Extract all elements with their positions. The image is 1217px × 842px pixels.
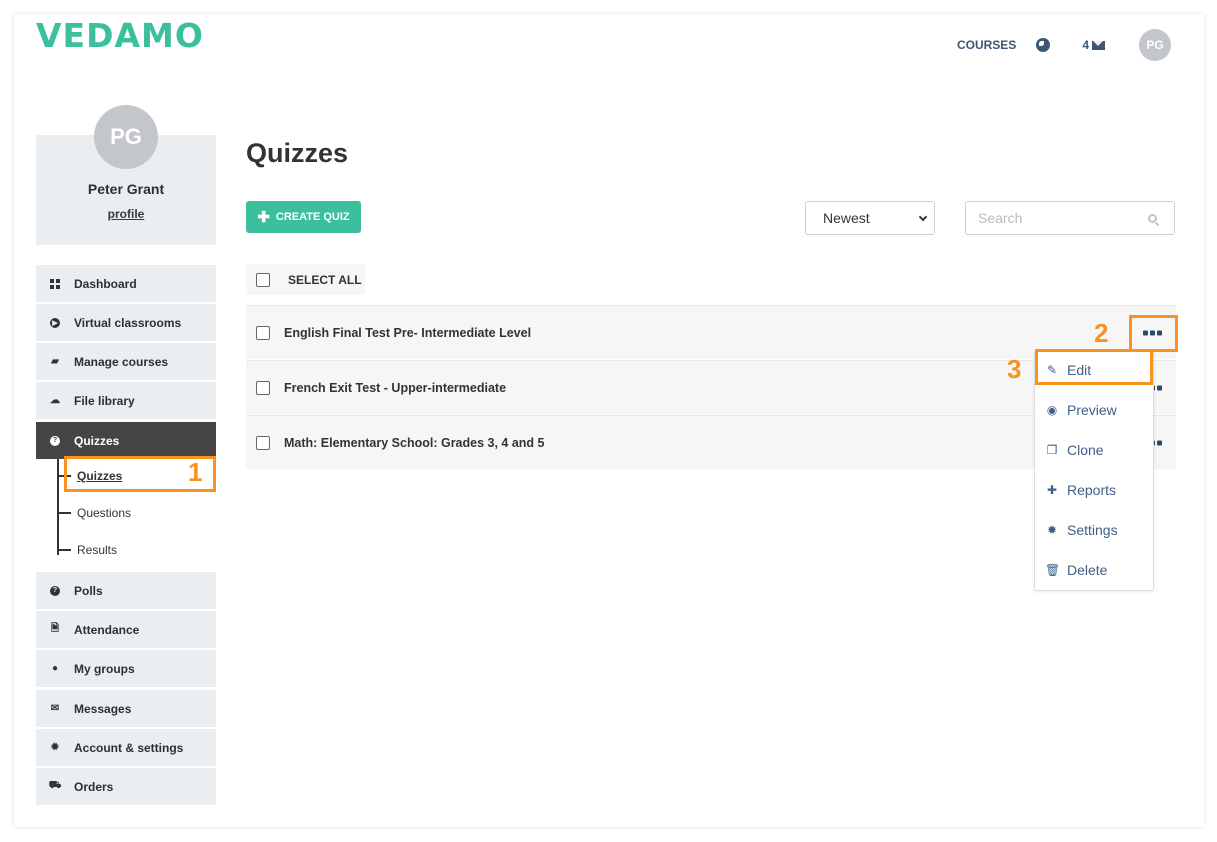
envelope-icon	[1092, 40, 1105, 50]
sidebar-item-manage-courses[interactable]: ▰ Manage courses	[36, 343, 216, 380]
quiz-title[interactable]: English Final Test Pre- Intermediate Lev…	[284, 326, 531, 340]
sidebar-item-file-library[interactable]: ☁ File library	[36, 382, 216, 419]
menu-item-label: Preview	[1067, 402, 1117, 418]
quiz-title[interactable]: French Exit Test - Upper-intermediate	[284, 381, 506, 395]
annotation-highlight-3	[1035, 349, 1153, 385]
create-quiz-label: CREATE QUIZ	[275, 211, 350, 223]
gear-icon: ✹	[1046, 523, 1058, 537]
menu-item-label: Settings	[1067, 522, 1118, 538]
sidebar-item-quizzes[interactable]: ? Quizzes	[36, 422, 216, 459]
quiz-checkbox[interactable]	[256, 435, 270, 450]
top-navigation: COURSES 4 PG	[957, 29, 1171, 61]
sidebar-item-label: Quizzes	[74, 433, 120, 448]
sidebar-item-label: My groups	[74, 661, 135, 676]
play-circle-icon: ▶	[50, 317, 60, 328]
book-icon: ▰	[51, 356, 59, 367]
submenu-label: Questions	[77, 506, 132, 520]
sidebar-item-my-groups[interactable]: ● My groups	[36, 650, 216, 687]
sidebar-item-label: Orders	[74, 779, 114, 794]
submenu-item-results[interactable]: Results	[57, 543, 117, 557]
sort-selected-value: Newest	[823, 210, 870, 226]
menu-item-label: Clone	[1067, 442, 1104, 458]
sort-select[interactable]: Newest	[805, 201, 935, 235]
chevron-down-icon	[918, 212, 928, 221]
eye-icon: ◉	[1046, 403, 1058, 417]
profile-link[interactable]: profile	[36, 207, 216, 221]
quiz-checkbox[interactable]	[256, 325, 270, 340]
cloud-upload-icon: ☁	[50, 395, 60, 406]
gear-icon: ✹	[50, 742, 60, 753]
sidebar-item-label: Dashboard	[74, 276, 137, 291]
envelope-icon: ✉	[50, 703, 60, 714]
messages-count: 4	[1082, 38, 1089, 52]
sidebar-item-label: Polls	[74, 583, 103, 598]
sidebar-item-messages[interactable]: ✉ Messages	[36, 690, 216, 727]
menu-item-label: Delete	[1067, 562, 1108, 578]
sidebar-item-label: Attendance	[74, 622, 140, 637]
search-box	[965, 201, 1175, 235]
annotation-number-3: 3	[1007, 354, 1022, 384]
menu-item-preview[interactable]: ◉ Preview	[1045, 402, 1117, 418]
create-quiz-button[interactable]: ✚ CREATE QUIZ	[246, 201, 361, 233]
menu-item-delete[interactable]: 🗑 Delete	[1045, 562, 1107, 578]
profile-avatar: PG	[94, 105, 158, 169]
question-circle-icon: ?	[50, 435, 60, 446]
clone-icon: ❐	[1046, 443, 1058, 457]
sidebar-item-orders[interactable]: ⛟ Orders	[36, 768, 216, 805]
sidebar-item-attendance[interactable]: 🗎 Attendance	[36, 611, 216, 648]
select-all[interactable]: SELECT ALL	[246, 264, 365, 295]
cart-icon: ⛟	[48, 780, 62, 791]
plus-icon: ✚	[257, 209, 270, 226]
document-icon: 🗎	[50, 623, 60, 634]
menu-item-settings[interactable]: ✹ Settings	[1045, 522, 1118, 538]
sidebar-item-label: File library	[74, 393, 135, 408]
submenu-label: Results	[77, 543, 118, 557]
sidebar-item-dashboard[interactable]: Dashboard	[36, 265, 216, 302]
sidebar-item-polls[interactable]: ? Polls	[36, 572, 216, 609]
search-icon[interactable]	[1148, 213, 1157, 223]
submenu-item-questions[interactable]: Questions	[57, 506, 131, 520]
menu-item-reports[interactable]: ✚ Reports	[1045, 482, 1116, 498]
search-input[interactable]	[978, 210, 1148, 226]
sidebar-item-label: Messages	[74, 701, 132, 716]
quiz-actions-menu: ✎ Edit ◉ Preview ❐ Clone ✚ Reports ✹ Set…	[1034, 350, 1154, 591]
page-title: Quizzes	[246, 138, 349, 168]
menu-item-label: Reports	[1067, 482, 1117, 498]
sidebar-item-label: Virtual classrooms	[74, 315, 182, 330]
trash-icon: 🗑	[1045, 563, 1061, 577]
annotation-number-1: 1	[188, 457, 203, 487]
profile-name: Peter Grant	[87, 181, 165, 197]
quiz-title[interactable]: Math: Elementary School: Grades 3, 4 and…	[284, 436, 545, 450]
plus-icon: ✚	[1046, 483, 1058, 497]
select-all-checkbox[interactable]	[256, 272, 270, 287]
globe-icon[interactable]	[1036, 38, 1051, 52]
vedamo-logo[interactable]: VEDAMO	[36, 16, 204, 55]
users-icon: ●	[51, 663, 59, 674]
annotation-highlight-2	[1129, 315, 1178, 352]
sidebar-item-virtual-classrooms[interactable]: ▶ Virtual classrooms	[36, 304, 216, 341]
messages-link[interactable]: 4	[1082, 38, 1105, 52]
sidebar-item-label: Account & settings	[74, 740, 184, 755]
courses-link[interactable]: COURSES	[957, 38, 1016, 52]
sidebar-item-account-settings[interactable]: ✹ Account & settings	[36, 729, 216, 766]
sidebar-item-label: Manage courses	[74, 354, 169, 369]
question-circle-icon: ?	[50, 585, 60, 596]
select-all-label: SELECT ALL	[288, 272, 362, 287]
grid-icon	[50, 278, 60, 289]
menu-item-clone[interactable]: ❐ Clone	[1045, 442, 1104, 458]
quiz-checkbox[interactable]	[256, 380, 270, 395]
user-avatar[interactable]: PG	[1139, 29, 1171, 61]
annotation-number-2: 2	[1094, 318, 1109, 348]
